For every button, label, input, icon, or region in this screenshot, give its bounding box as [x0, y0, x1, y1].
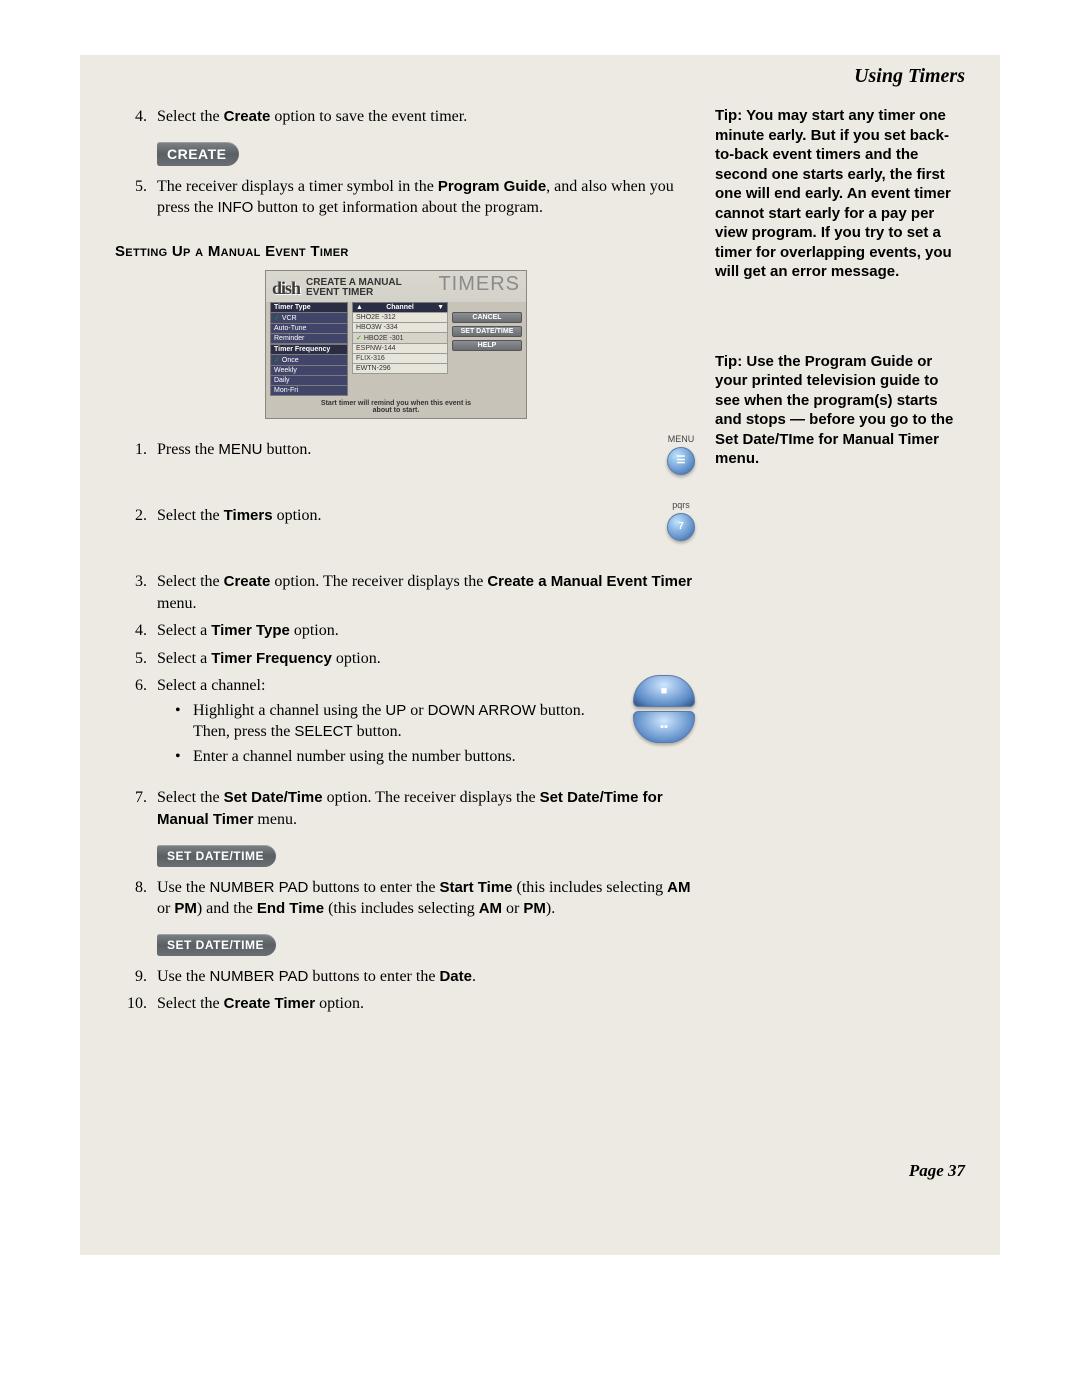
tips-column: Tip: You may start any timer one minute …	[695, 106, 965, 539]
step-6: ■ ▪▪ Select a channel: Highlight a chann…	[157, 675, 695, 773]
step-1: MENU ☰ Press the MENU button.	[157, 439, 695, 487]
running-header: Using Timers	[115, 65, 965, 88]
step-9: Use the NUMBER PAD buttons to enter the …	[157, 966, 695, 988]
step-number: 8.	[115, 877, 157, 920]
step-number: 1.	[115, 439, 157, 487]
step-4-text: Select the Create option to save the eve…	[157, 106, 695, 128]
step-7: Select the Set Date/Time option. The rec…	[157, 787, 695, 830]
remote-menu-icon: MENU ☰	[667, 433, 695, 481]
main-column: 4. Select the Create option to save the …	[115, 106, 695, 1021]
embed-help-btn: HELP	[452, 340, 522, 351]
embed-buttons: CANCEL SET DATE/TIME HELP	[452, 302, 522, 396]
step-number: 3.	[115, 571, 157, 614]
step-2: pqrs 7 Select the Timers option.	[157, 505, 695, 553]
create-button-graphic: CREATE	[157, 142, 239, 166]
step-number: 4.	[115, 620, 157, 642]
page-number: Page 37	[115, 1161, 965, 1181]
step-6-sub2: Enter a channel number using the number …	[175, 747, 695, 768]
embed-setdate-btn: SET DATE/TIME	[452, 326, 522, 337]
remote-7-icon: pqrs 7	[667, 499, 695, 547]
step-4b: Select a Timer Type option.	[157, 620, 695, 642]
embed-channel-panel: ▲Channel▼ SHO2E -312 HBO3W -334 ✓ HBO2E …	[352, 302, 448, 396]
step-number: 4.	[115, 106, 157, 128]
step-number: 2.	[115, 505, 157, 553]
step-number: 9.	[115, 966, 157, 988]
section-subheading: Setting Up a Manual Event Timer	[115, 243, 695, 260]
manual-timer-screenshot: dish CREATE A MANUAL EVENT TIMER TIMERS …	[265, 270, 527, 419]
step-number: 10.	[115, 993, 157, 1015]
step-3: Select the Create option. The receiver d…	[157, 571, 695, 614]
step-8: Use the NUMBER PAD buttons to enter the …	[157, 877, 695, 920]
step-number: 6.	[115, 675, 157, 773]
embed-left-panel: Timer Type VCR Auto-Tune Reminder Timer …	[270, 302, 348, 396]
set-date-time-button-graphic: SET DATE/TIME	[157, 845, 276, 867]
tip-1: Tip: You may start any timer one minute …	[715, 106, 965, 282]
step-number: 5.	[115, 176, 157, 219]
step-number: 7.	[115, 787, 157, 830]
step-10: Select the Create Timer option.	[157, 993, 695, 1015]
dish-logo: dish	[272, 278, 300, 299]
bg-timers-word: TIMERS	[438, 273, 520, 296]
step-5-text: The receiver displays a timer symbol in …	[157, 176, 695, 219]
set-date-time-button-graphic-2: SET DATE/TIME	[157, 934, 276, 956]
step-5b: Select a Timer Frequency option.	[157, 648, 695, 670]
step-6-sub1: Highlight a channel using the UP or DOWN…	[175, 701, 695, 743]
page-content: Using Timers 4. Select the Create option…	[80, 55, 1000, 1255]
step-number: 5.	[115, 648, 157, 670]
tip-2: Tip: Use the Program Guide or your print…	[715, 352, 965, 469]
embed-cancel-btn: CANCEL	[452, 312, 522, 323]
page: Using Timers 4. Select the Create option…	[0, 0, 1080, 1295]
